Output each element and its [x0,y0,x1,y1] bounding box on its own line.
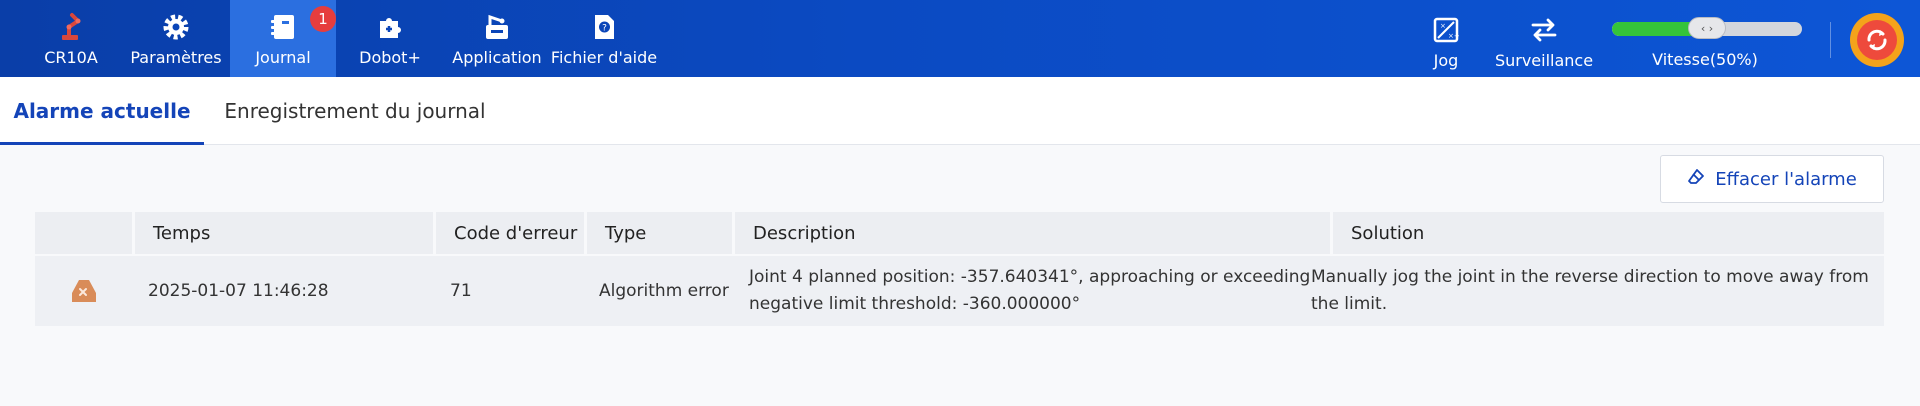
nav-item-surveillance[interactable]: Surveillance [1490,3,1598,80]
column-header-solution: Solution [1333,212,1884,254]
nav-item-parametres[interactable]: Paramètres [130,0,222,77]
puzzle-icon [373,10,407,44]
cell-code: 71 [450,280,472,301]
speed-label: Vitesse(50%) [1652,50,1758,69]
cell-time: 2025-01-07 11:46:28 [148,280,329,301]
cell-description: Joint 4 planned position: -357.640341°, … [749,267,1311,314]
nav-item-jog[interactable]: × ×+ Jog [1418,3,1474,80]
column-header-type: Type [587,212,732,254]
nav-item-cr10a[interactable]: CR10A [40,0,102,77]
column-header-code: Code d'erreur [436,212,584,254]
speed-control: ‹ › Vitesse(50%) [1600,0,1810,77]
speed-slider-handle[interactable]: ‹ › [1688,17,1726,39]
swap-arrows-icon [1527,13,1561,47]
nav-item-label: Fichier d'aide [550,48,658,67]
nav-item-journal[interactable]: Journal 1 [230,0,336,77]
svg-text:×+: ×+ [1448,32,1460,40]
gear-icon [159,10,193,44]
nav-item-label: Dobot+ [359,48,421,67]
jog-icon: × ×+ [1429,13,1463,47]
cell-solution: Manually jog the joint in the reverse di… [1311,267,1869,314]
nav-item-label: Paramètres [130,48,222,67]
alarm-panel: Effacer l'alarme Temps Code d'erreur Typ… [0,145,1920,406]
nav-item-label: Surveillance [1494,51,1594,70]
nav-item-fichier-aide[interactable]: ? Fichier d'aide [550,0,658,77]
nav-item-application[interactable]: Application [448,0,546,77]
application-icon [480,10,514,44]
notification-badge: 1 [310,6,336,32]
robot-arm-icon [54,10,88,44]
power-status-button[interactable] [1850,13,1904,67]
table-header: Temps Code d'erreur Type Description Sol… [35,212,1884,254]
notebook-icon [266,10,300,44]
column-header-temps: Temps [135,212,433,254]
nav-item-label: Jog [1433,51,1459,70]
nav-item-label: Journal [255,48,311,67]
table-row[interactable]: 2025-01-07 11:46:28 71 Algorithm error J… [35,256,1884,326]
divider [1830,22,1831,58]
svg-text:×: × [1440,22,1446,30]
eraser-icon [1687,168,1705,191]
nav-item-label: Application [452,48,542,67]
top-navigation-bar: CR10A Paramètres Journal 1 Dobot+ Applic… [0,0,1920,77]
tab-alarme-actuelle[interactable]: Alarme actuelle [0,77,204,146]
column-header-icon [35,212,132,254]
svg-text:?: ? [602,24,607,34]
column-header-description: Description [735,212,1330,254]
cell-type: Algorithm error [599,280,729,301]
tab-bar: Alarme actuelle Enregistrement du journa… [0,77,1920,146]
clear-alarm-label: Effacer l'alarme [1715,168,1857,190]
help-file-icon: ? [587,10,621,44]
refresh-cycle-icon [1857,20,1897,60]
alarm-warning-icon [35,256,132,326]
clear-alarm-button[interactable]: Effacer l'alarme [1660,155,1884,203]
nav-item-label: CR10A [44,48,98,67]
tab-enregistrement-journal[interactable]: Enregistrement du journal [222,77,488,145]
alarm-table: Temps Code d'erreur Type Description Sol… [35,212,1884,326]
nav-item-dobot-plus[interactable]: Dobot+ [350,0,430,77]
